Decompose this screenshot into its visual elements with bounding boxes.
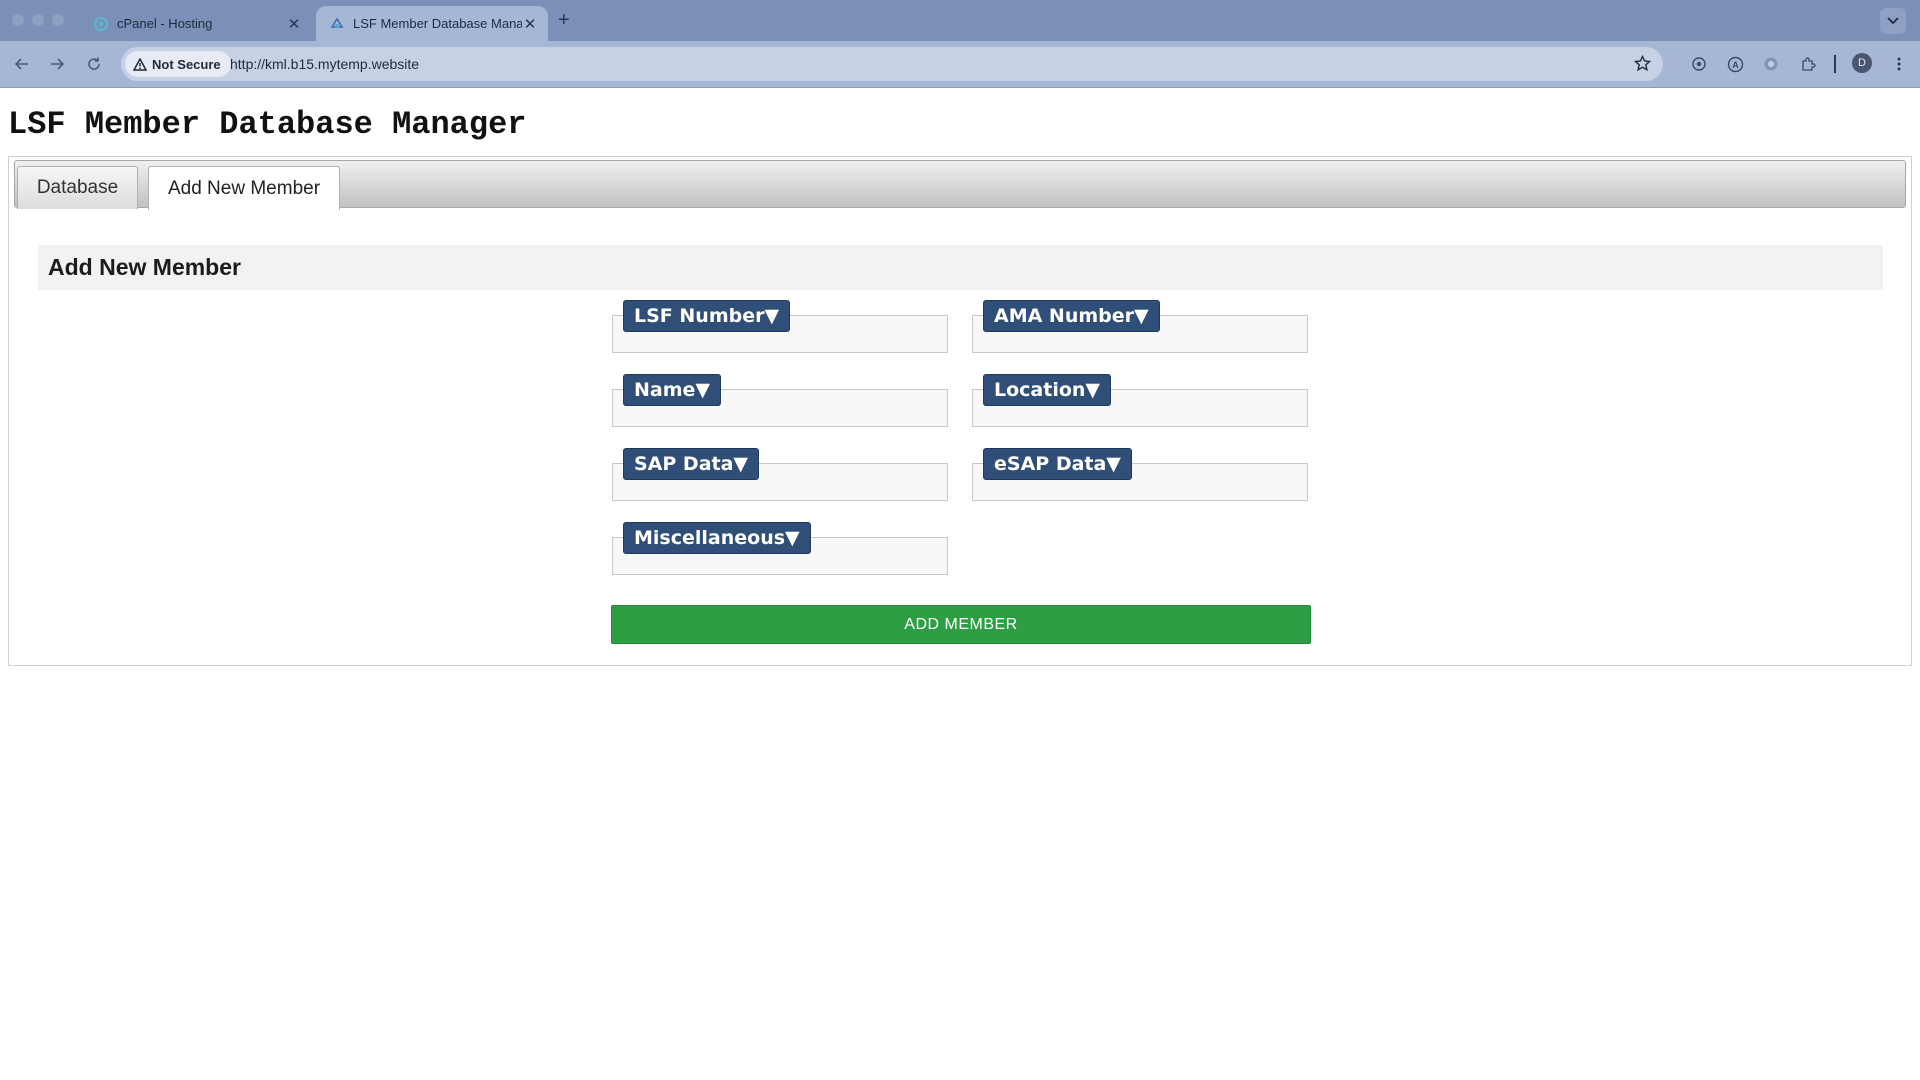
security-label: Not Secure bbox=[152, 56, 221, 72]
ama-number-label[interactable]: AMA Number▼ bbox=[983, 300, 1160, 332]
extension-circle-icon[interactable] bbox=[1761, 54, 1781, 74]
extension-openai-icon[interactable] bbox=[1689, 54, 1709, 74]
miscellaneous-label[interactable]: Miscellaneous▼ bbox=[623, 522, 811, 554]
address-bar[interactable]: Not Secure http://kml.b15.mytemp.website bbox=[121, 47, 1663, 81]
cpanel-icon bbox=[94, 16, 108, 31]
maximize-window-button[interactable] bbox=[52, 14, 64, 26]
extensions-puzzle-icon[interactable] bbox=[1798, 54, 1818, 74]
toolbar-divider bbox=[1834, 55, 1836, 73]
browser-tab-cpanel[interactable]: cPanel - Hosting ✕ bbox=[80, 6, 312, 41]
add-member-button[interactable]: ADD MEMBER bbox=[611, 605, 1311, 644]
bookmark-star-icon[interactable] bbox=[1633, 54, 1652, 77]
site-icon bbox=[330, 16, 344, 31]
browser-tab-lsf[interactable]: LSF Member Database Manag ✕ bbox=[316, 6, 548, 41]
close-tab-icon[interactable]: ✕ bbox=[286, 15, 302, 33]
sap-data-label[interactable]: SAP Data▼ bbox=[623, 448, 760, 480]
minimize-window-button[interactable] bbox=[32, 14, 44, 26]
url-text[interactable]: http://kml.b15.mytemp.website bbox=[230, 56, 419, 72]
name-label[interactable]: Name▼ bbox=[623, 374, 722, 406]
extension-a-icon[interactable]: A bbox=[1725, 54, 1745, 74]
browser-tab-title: cPanel - Hosting bbox=[117, 16, 213, 31]
browser-tabstrip: cPanel - Hosting ✕ LSF Member Database M… bbox=[0, 0, 1920, 41]
close-window-button[interactable] bbox=[12, 14, 24, 26]
browser-tab-title: LSF Member Database Manag bbox=[353, 16, 522, 31]
browser-toolbar: Not Secure http://kml.b15.mytemp.website… bbox=[0, 41, 1920, 88]
reload-icon[interactable] bbox=[84, 54, 104, 74]
lsf-number-label[interactable]: LSF Number▼ bbox=[623, 300, 791, 332]
tab-add-new-member[interactable]: Add New Member bbox=[148, 166, 340, 210]
page-title: LSF Member Database Manager bbox=[8, 106, 527, 143]
back-icon[interactable] bbox=[12, 54, 32, 74]
tab-search-icon[interactable] bbox=[1880, 8, 1906, 34]
esap-data-label[interactable]: eSAP Data▼ bbox=[983, 448, 1132, 480]
section-title: Add New Member bbox=[38, 245, 1883, 290]
warning-icon bbox=[133, 57, 147, 71]
forward-icon[interactable] bbox=[47, 54, 67, 74]
profile-avatar[interactable]: D bbox=[1852, 53, 1872, 73]
location-label[interactable]: Location▼ bbox=[983, 374, 1112, 406]
tab-database[interactable]: Database bbox=[17, 166, 138, 209]
browser-menu-icon[interactable] bbox=[1889, 54, 1909, 74]
tabs-container: Database Add New Member Add New Member L… bbox=[8, 156, 1912, 666]
new-tab-icon[interactable]: + bbox=[558, 9, 570, 32]
tab-bar: Database Add New Member bbox=[14, 160, 1906, 210]
close-tab-icon[interactable]: ✕ bbox=[522, 15, 538, 33]
svg-text:A: A bbox=[1732, 60, 1739, 70]
site-security-chip[interactable]: Not Secure bbox=[125, 51, 231, 77]
